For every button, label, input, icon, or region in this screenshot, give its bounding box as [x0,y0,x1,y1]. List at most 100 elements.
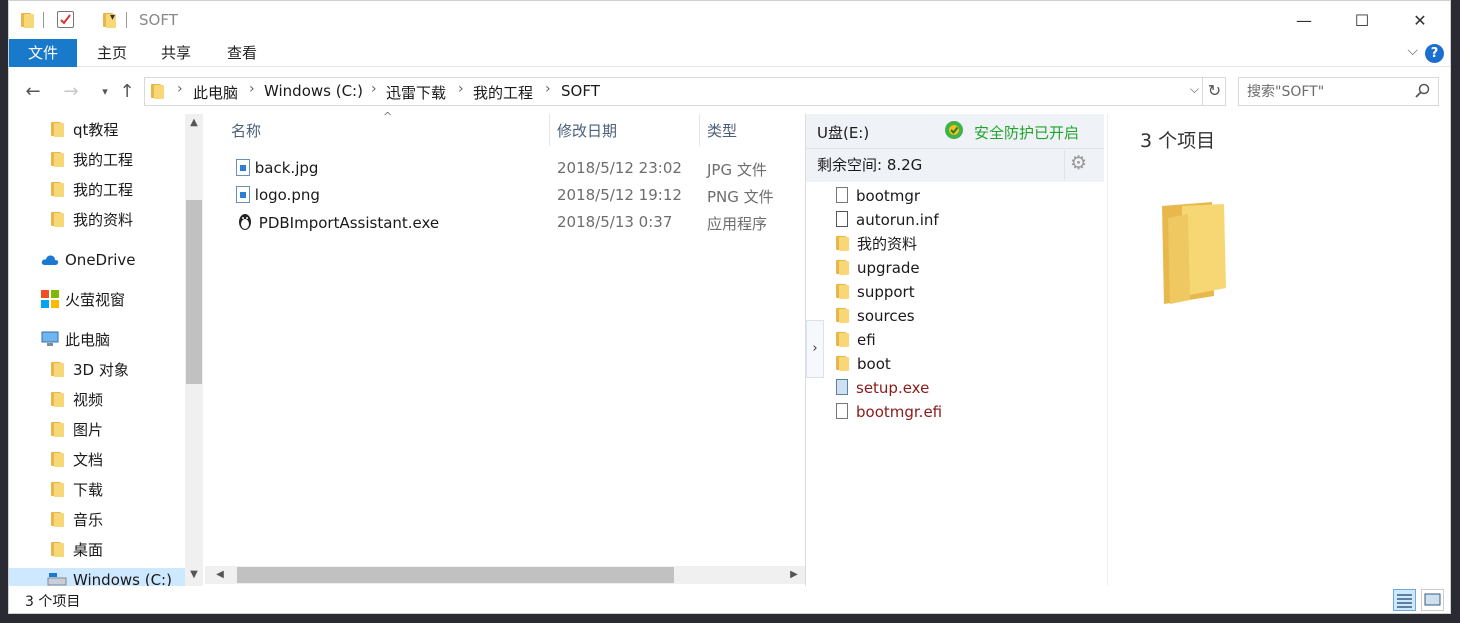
column-header-type[interactable]: 类型 [707,114,737,148]
settings-file-icon [836,211,848,227]
address-history-chevron-icon[interactable]: ⌵ [1190,82,1199,97]
protection-status[interactable]: 安全防护已开启 [974,122,1079,143]
usb-item-boot[interactable]: boot [836,352,891,376]
nav-item-downloads[interactable]: 下载 [51,478,103,502]
scrollbar-thumb[interactable] [186,200,202,384]
file-list-horizontal-scrollbar[interactable]: ◀ ▶ [205,566,805,584]
usb-item-my-documents[interactable]: 我的资料 [836,232,917,256]
file-row[interactable]: back.jpg 2018/5/12 23:02 JPG 文件 [205,155,805,182]
file-row[interactable]: logo.png 2018/5/12 19:12 PNG 文件 [205,182,805,209]
column-divider[interactable] [549,114,550,146]
title-bar: ▾ SOFT — ☐ ✕ [9,1,1450,39]
customize-toolbar-chevron-icon[interactable]: ▾ [110,12,115,23]
usb-item-label: sources [857,307,915,325]
usb-drive-label[interactable]: U盘(E:) [817,122,869,143]
breadcrumb-my-projects[interactable]: 我的工程 [473,82,533,103]
nav-item-pictures[interactable]: 图片 [51,418,103,442]
drive-icon [47,573,67,586]
nav-item-this-pc[interactable]: 此电脑 [41,328,110,352]
usb-item-setup-exe[interactable]: setup.exe [836,376,929,400]
minimize-button[interactable]: — [1275,1,1333,39]
search-icon[interactable] [1414,83,1430,103]
nav-item-3d-objects[interactable]: 3D 对象 [51,358,129,382]
expand-panel-chevron-icon[interactable]: › [806,320,824,378]
divider [1064,150,1065,180]
usb-item-support[interactable]: support [836,280,915,304]
item-count: 3 个项目 [1140,130,1216,152]
column-header-date-modified[interactable]: 修改日期 [557,114,617,148]
tab-file[interactable]: 文件 [9,39,77,67]
divider [43,12,44,28]
usb-panel-header: U盘(E:) 安全防护已开启 剩余空间: 8.2G ⚙ [806,114,1104,182]
folder-icon [836,331,849,347]
usb-item-upgrade[interactable]: upgrade [836,256,920,280]
address-bar[interactable]: › 此电脑 › Windows (C:) › 迅雷下载 › 我的工程 › SOF… [144,77,1226,106]
nav-item-my-documents[interactable]: 我的资料 [51,208,133,232]
column-divider[interactable] [699,114,700,146]
nav-item-music[interactable]: 音乐 [51,508,103,532]
preview-pane: 3 个项目 [1107,114,1450,586]
breadcrumb-separator[interactable]: › [458,81,464,97]
nav-item-windows-c[interactable]: Windows (C:) [9,568,185,586]
scroll-left-arrow-icon[interactable]: ◀ [211,566,229,584]
nav-item-documents[interactable]: 文档 [51,448,103,472]
help-icon[interactable]: ? [1425,44,1444,63]
refresh-icon[interactable]: ↻ [1202,78,1226,105]
tab-share[interactable]: 共享 [151,39,201,67]
search-input[interactable] [1239,78,1409,105]
maximize-button[interactable]: ☐ [1333,1,1391,39]
usb-item-label: efi [857,331,876,349]
usb-item-label: autorun.inf [856,211,939,229]
usb-item-autorun[interactable]: autorun.inf [836,208,939,232]
breadcrumb-this-pc[interactable]: 此电脑 [193,82,238,103]
nav-item-my-projects[interactable]: 我的工程 [51,148,133,172]
nav-item-desktop[interactable]: 桌面 [51,538,103,562]
breadcrumb-separator[interactable]: › [177,81,183,97]
file-row[interactable]: PDBImportAssistant.exe 2018/5/13 0:37 应用… [205,209,805,236]
file-type: 应用程序 [707,215,768,233]
nav-item-label: 我的资料 [73,211,134,229]
nav-item-qt-tutorial[interactable]: qt教程 [51,118,118,142]
usb-item-bootmgr-efi[interactable]: bootmgr.efi [836,400,942,424]
usb-item-label: upgrade [857,259,920,277]
gear-icon[interactable]: ⚙ [1070,152,1087,174]
video-folder-icon [51,391,64,407]
breadcrumb-xunlei-downloads[interactable]: 迅雷下载 [386,82,446,103]
scrollbar-thumb[interactable] [237,567,674,583]
close-button[interactable]: ✕ [1391,1,1449,39]
folder-icon [836,235,849,251]
file-date: 2018/5/12 23:02 [557,159,682,177]
breadcrumb-windows-c[interactable]: Windows (C:) [264,82,363,100]
breadcrumb-separator[interactable]: › [371,81,377,97]
large-icons-view-icon[interactable] [1421,589,1444,611]
nav-item-videos[interactable]: 视频 [51,388,103,412]
nav-item-onedrive[interactable]: OneDrive [41,248,136,272]
breadcrumb-separator[interactable]: › [249,81,255,97]
scroll-down-arrow-icon[interactable]: ▼ [185,566,203,584]
details-view-icon[interactable] [1393,589,1416,611]
nav-item-my-projects-2[interactable]: 我的工程 [51,178,133,202]
breadcrumb-separator[interactable]: › [545,81,551,97]
column-header-name[interactable]: 名称 [231,114,261,148]
folder-icon [51,121,64,137]
properties-icon[interactable] [57,11,74,28]
back-arrow-icon[interactable]: ← [21,80,45,104]
image-file-icon [236,159,250,176]
nav-item-firefly-windows[interactable]: 火萤视窗 [41,288,125,312]
tab-home[interactable]: 主页 [87,39,137,67]
nav-pane-scrollbar[interactable]: ▲ ▼ [185,114,203,586]
forward-arrow-icon[interactable]: → [59,80,83,104]
recent-locations-chevron-icon[interactable]: ▾ [93,80,117,104]
expand-ribbon-chevron-icon[interactable]: ⌵ [1407,43,1418,59]
scroll-up-arrow-icon[interactable]: ▲ [185,114,203,132]
breadcrumb-soft[interactable]: SOFT [561,82,600,100]
search-box[interactable] [1238,77,1439,106]
usb-item-sources[interactable]: sources [836,304,915,328]
divider [806,148,1104,149]
image-file-icon [236,186,250,203]
tab-view[interactable]: 查看 [217,39,267,67]
usb-item-bootmgr[interactable]: bootmgr [836,184,920,208]
up-arrow-icon[interactable]: ↑ [115,80,139,104]
usb-item-efi[interactable]: efi [836,328,876,352]
scroll-right-arrow-icon[interactable]: ▶ [785,566,803,584]
